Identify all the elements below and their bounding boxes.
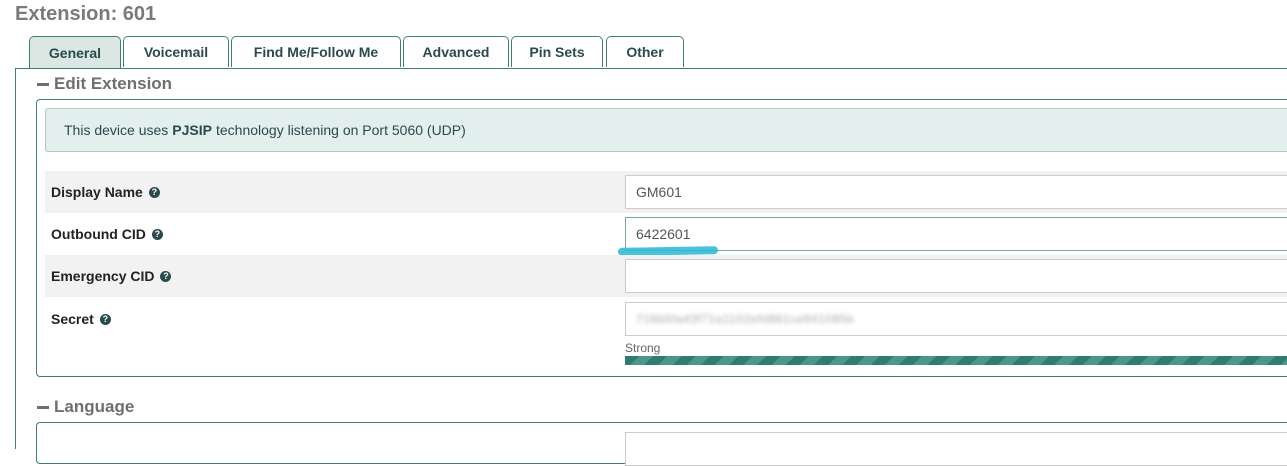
language-input[interactable] — [625, 432, 1287, 466]
help-icon[interactable]: ? — [99, 313, 111, 325]
alert-prefix: This device uses — [64, 122, 169, 138]
device-info-alert: This device uses PJSIP technology listen… — [45, 108, 1287, 152]
display-name-input[interactable] — [625, 175, 1287, 209]
page-title: Extension: 601 — [15, 3, 157, 25]
secret-value: 716b5fa43f71a1102efd861ce841085b — [636, 312, 854, 326]
alert-technology: PJSIP — [172, 122, 212, 138]
alert-suffix: technology listening on Port 5060 (UDP) — [215, 122, 466, 138]
outbound-cid-input[interactable] — [625, 217, 1287, 251]
language-header[interactable]: Language — [37, 397, 134, 417]
display-name-label: Display Name ? — [51, 171, 160, 213]
emergency-cid-label: Emergency CID ? — [51, 255, 172, 297]
tab-general[interactable]: General — [29, 36, 121, 69]
language-title: Language — [54, 397, 135, 416]
secret-label: Secret ? — [51, 298, 111, 340]
tab-other[interactable]: Other — [606, 36, 684, 67]
edit-extension-header[interactable]: Edit Extension — [37, 74, 172, 94]
help-icon[interactable]: ? — [151, 228, 163, 240]
help-icon[interactable]: ? — [160, 270, 172, 282]
outbound-cid-label: Outbound CID ? — [51, 213, 163, 255]
emergency-cid-input[interactable] — [625, 259, 1287, 293]
password-strength-label: Strong — [625, 341, 661, 355]
tab-find-me-follow-me[interactable]: Find Me/Follow Me — [231, 36, 401, 67]
edit-extension-title: Edit Extension — [54, 74, 173, 93]
tab-pin-sets[interactable]: Pin Sets — [511, 36, 603, 67]
tab-advanced[interactable]: Advanced — [403, 36, 509, 67]
password-strength-bar — [625, 356, 1287, 365]
collapse-icon — [37, 405, 49, 409]
help-icon[interactable]: ? — [148, 186, 160, 198]
collapse-icon — [37, 82, 49, 86]
tab-voicemail[interactable]: Voicemail — [123, 36, 229, 67]
